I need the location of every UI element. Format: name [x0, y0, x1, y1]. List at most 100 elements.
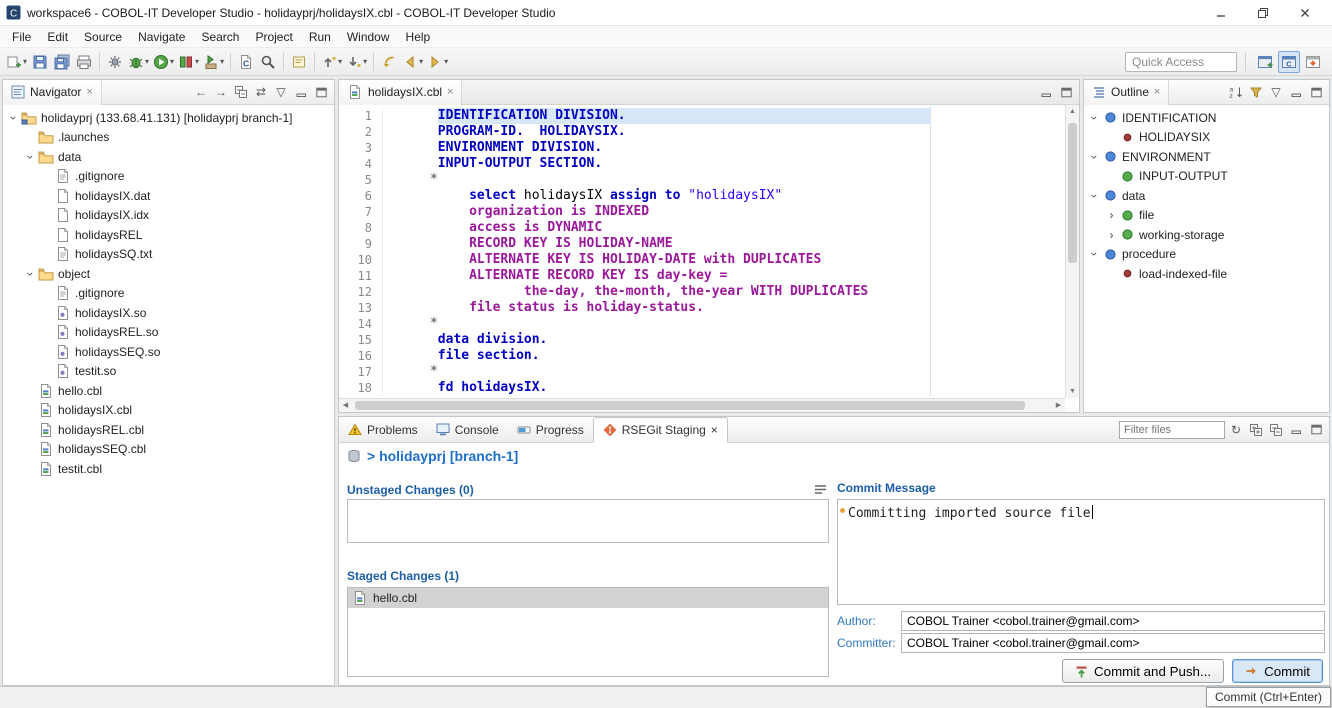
author-field[interactable] — [901, 611, 1325, 631]
tree-item[interactable]: holidaysIX.idx — [3, 206, 334, 226]
expander-icon[interactable]: › — [1088, 248, 1102, 261]
code-line[interactable]: 14 * — [339, 316, 1065, 332]
scrollbar-thumb[interactable] — [355, 401, 1025, 410]
code-line[interactable]: 7 organization is INDEXED — [339, 204, 1065, 220]
open-perspective-button[interactable] — [1254, 51, 1276, 73]
quick-access-box[interactable]: Quick Access — [1125, 52, 1237, 72]
git-perspective-button[interactable] — [1302, 51, 1324, 73]
tree-item[interactable]: hello.cbl — [3, 381, 334, 401]
expander-icon[interactable]: › — [7, 111, 21, 124]
tab-holidaysix-cbl[interactable]: holidaysIX.cbl × — [339, 80, 462, 105]
tree-item[interactable]: testit.so — [3, 362, 334, 382]
horizontal-scrollbar[interactable]: ◀ ▶ — [339, 398, 1065, 412]
debug-button[interactable]: ▾ — [126, 50, 151, 74]
tree-item[interactable]: testit.cbl — [3, 459, 334, 479]
close-icon[interactable]: × — [711, 423, 718, 437]
tree-item[interactable]: holidaysIX.dat — [3, 186, 334, 206]
commit-button[interactable]: Commit — [1232, 659, 1323, 683]
external-tools-button[interactable]: ▾ — [201, 50, 226, 74]
tree-item[interactable]: .launches — [3, 128, 334, 148]
refresh-icon[interactable]: ↻ — [1227, 421, 1245, 438]
search-button[interactable] — [257, 50, 279, 74]
code-line[interactable]: 11 ALTERNATE RECORD KEY IS day-key = — [339, 268, 1065, 284]
save-all-button[interactable] — [51, 50, 73, 74]
tree-item[interactable]: ›object — [3, 264, 334, 284]
code-line[interactable]: 3 ENVIRONMENT DIVISION. — [339, 140, 1065, 156]
menu-help[interactable]: Help — [398, 27, 439, 47]
restore-win-icon[interactable] — [1242, 1, 1284, 25]
view-menu-icon[interactable]: ▽ — [1267, 84, 1285, 101]
expander-icon[interactable]: › — [1105, 208, 1118, 222]
filter-files-input[interactable] — [1119, 421, 1225, 439]
code-line[interactable]: 1 IDENTIFICATION DIVISION. — [339, 108, 1065, 124]
tree-item[interactable]: ›IDENTIFICATION — [1084, 108, 1329, 128]
minimize-icon[interactable] — [1287, 421, 1305, 438]
tree-item[interactable]: load-indexed-file — [1084, 264, 1329, 284]
run-button[interactable]: ▾ — [151, 50, 176, 74]
list-menu-icon[interactable] — [811, 481, 829, 498]
tab-progress[interactable]: Progress — [508, 417, 593, 443]
menu-edit[interactable]: Edit — [39, 27, 76, 47]
scrollbar-thumb[interactable] — [1068, 123, 1077, 263]
tree-item[interactable]: holidaysSEQ.cbl — [3, 440, 334, 460]
maximize-icon[interactable] — [312, 84, 330, 101]
tree-item[interactable]: holidaysIX.cbl — [3, 401, 334, 421]
last-edit-location-button[interactable] — [378, 50, 400, 74]
view-menu-icon[interactable]: ▽ — [272, 84, 290, 101]
code-line[interactable]: 4 INPUT-OUTPUT SECTION. — [339, 156, 1065, 172]
tab-console[interactable]: Console — [427, 417, 508, 443]
close-win-icon[interactable] — [1284, 1, 1326, 25]
maximize-icon[interactable] — [1057, 84, 1075, 101]
code-editor[interactable]: 1 IDENTIFICATION DIVISION.2 PROGRAM-ID. … — [339, 105, 1065, 398]
minimize-icon[interactable] — [1287, 84, 1305, 101]
commit-message-input[interactable]: Committing imported source file — [837, 499, 1325, 605]
commit-and-push-button[interactable]: Commit and Push... — [1062, 659, 1224, 683]
tree-item[interactable]: ›data — [1084, 186, 1329, 206]
filter-icon[interactable] — [1247, 84, 1265, 101]
collapse-all-icon[interactable] — [1267, 421, 1285, 438]
tree-item[interactable]: ›data — [3, 147, 334, 167]
minimize-win-icon[interactable] — [1200, 1, 1242, 25]
code-line[interactable]: 2 PROGRAM-ID. HOLIDAYSIX. — [339, 124, 1065, 140]
code-line[interactable]: 6 select holidaysIX assign to "holidaysI… — [339, 188, 1065, 204]
forward-button[interactable]: ▾ — [425, 50, 450, 74]
tree-item[interactable]: ›file — [1084, 206, 1329, 226]
maximize-icon[interactable] — [1307, 84, 1325, 101]
expander-icon[interactable]: › — [1088, 111, 1102, 124]
menu-project[interactable]: Project — [247, 27, 300, 47]
menu-run[interactable]: Run — [301, 27, 339, 47]
expander-icon[interactable]: › — [24, 267, 38, 280]
code-line[interactable]: 16 file section. — [339, 348, 1065, 364]
minimize-icon[interactable] — [292, 84, 310, 101]
tree-item[interactable]: holidaysREL.cbl — [3, 420, 334, 440]
menu-file[interactable]: File — [4, 27, 39, 47]
close-icon[interactable]: × — [1154, 86, 1160, 98]
next-annotation-button[interactable]: ▾ — [344, 50, 369, 74]
code-line[interactable]: 5 * — [339, 172, 1065, 188]
previous-annotation-button[interactable]: ▾ — [319, 50, 344, 74]
tree-item[interactable]: holidaysSEQ.so — [3, 342, 334, 362]
code-line[interactable]: 9 RECORD KEY IS HOLIDAY-NAME — [339, 236, 1065, 252]
committer-field[interactable] — [901, 633, 1325, 653]
new-wizard-button[interactable]: ▾ — [4, 50, 29, 74]
scroll-up-icon[interactable]: ▲ — [1066, 105, 1079, 118]
forward-history-icon[interactable]: → — [212, 84, 230, 101]
tree-item[interactable]: .gitignore — [3, 284, 334, 304]
scroll-right-icon[interactable]: ▶ — [1052, 399, 1065, 412]
close-icon[interactable]: × — [86, 86, 92, 98]
tree-item[interactable]: ›holidayprj (133.68.41.131) [holidayprj … — [3, 108, 334, 128]
expander-icon[interactable]: › — [1105, 228, 1118, 242]
minimize-icon[interactable] — [1037, 84, 1055, 101]
tree-item[interactable]: holidaysSQ.txt — [3, 245, 334, 265]
code-line[interactable]: 12 the-day, the-month, the-year WITH DUP… — [339, 284, 1065, 300]
save-button[interactable] — [29, 50, 51, 74]
sort-icon[interactable]: az — [1227, 84, 1245, 101]
tab-problems[interactable]: Problems — [339, 417, 427, 443]
code-line[interactable]: 10 ALTERNATE KEY IS HOLIDAY-DATE with DU… — [339, 252, 1065, 268]
maximize-icon[interactable] — [1307, 421, 1325, 438]
link-with-editor-icon[interactable]: ⇄ — [252, 84, 270, 101]
tree-item[interactable]: holidaysREL.so — [3, 323, 334, 343]
code-line[interactable]: 13 file status is holiday-status. — [339, 300, 1065, 316]
print-button[interactable] — [73, 50, 95, 74]
tree-item[interactable]: HOLIDAYSIX — [1084, 128, 1329, 148]
